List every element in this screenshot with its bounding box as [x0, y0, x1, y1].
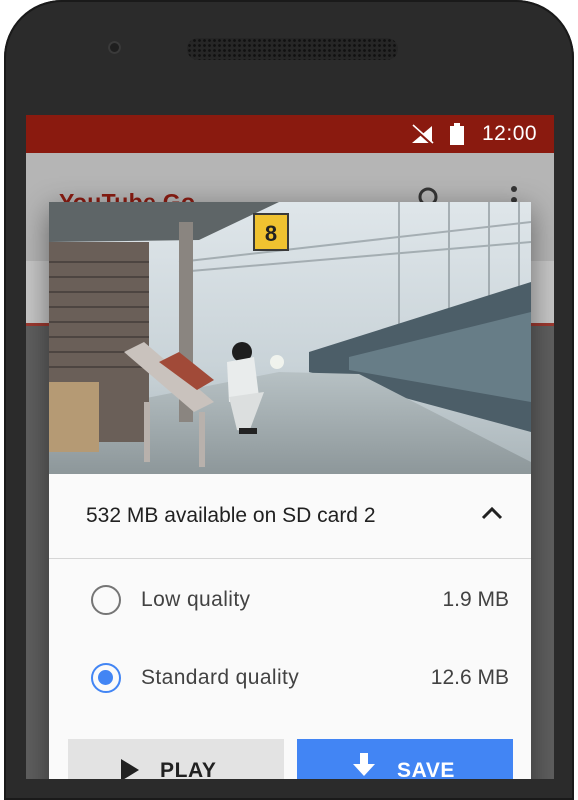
download-icon [353, 753, 375, 776]
status-bar: 12:00 [26, 115, 554, 153]
video-thumbnail: 8 [49, 202, 531, 474]
option-label: Low quality [141, 588, 251, 611]
save-button[interactable]: SAVE [297, 739, 513, 779]
front-camera [108, 41, 121, 54]
quality-option-standard[interactable]: Standard quality 12.6 MB [49, 645, 531, 715]
battery-icon [450, 123, 464, 145]
option-size: 1.9 MB [442, 588, 509, 611]
save-button-label: SAVE [397, 759, 456, 779]
platform-sign-number: 8 [265, 221, 277, 246]
storage-available-text: 532 MB available on SD card 2 [86, 504, 376, 527]
radio-low-quality[interactable] [91, 585, 121, 615]
quality-option-low[interactable]: Low quality 1.9 MB [49, 567, 531, 637]
option-size: 12.6 MB [430, 666, 509, 689]
play-button-label: PLAY [160, 759, 217, 779]
screen: 12:00 YouTube Go [26, 115, 554, 779]
chevron-up-icon[interactable] [481, 506, 503, 520]
no-signal-icon [410, 124, 434, 144]
status-time: 12:00 [482, 122, 538, 145]
play-button[interactable]: PLAY [68, 739, 284, 779]
earpiece-speaker [187, 38, 398, 60]
download-dialog: 8 532 MB available on SD card 2 Low qual… [49, 202, 531, 779]
option-label: Standard quality [141, 666, 300, 689]
play-icon [121, 759, 139, 779]
radio-standard-quality[interactable] [91, 663, 121, 693]
storage-info-row[interactable]: 532 MB available on SD card 2 [49, 474, 531, 559]
